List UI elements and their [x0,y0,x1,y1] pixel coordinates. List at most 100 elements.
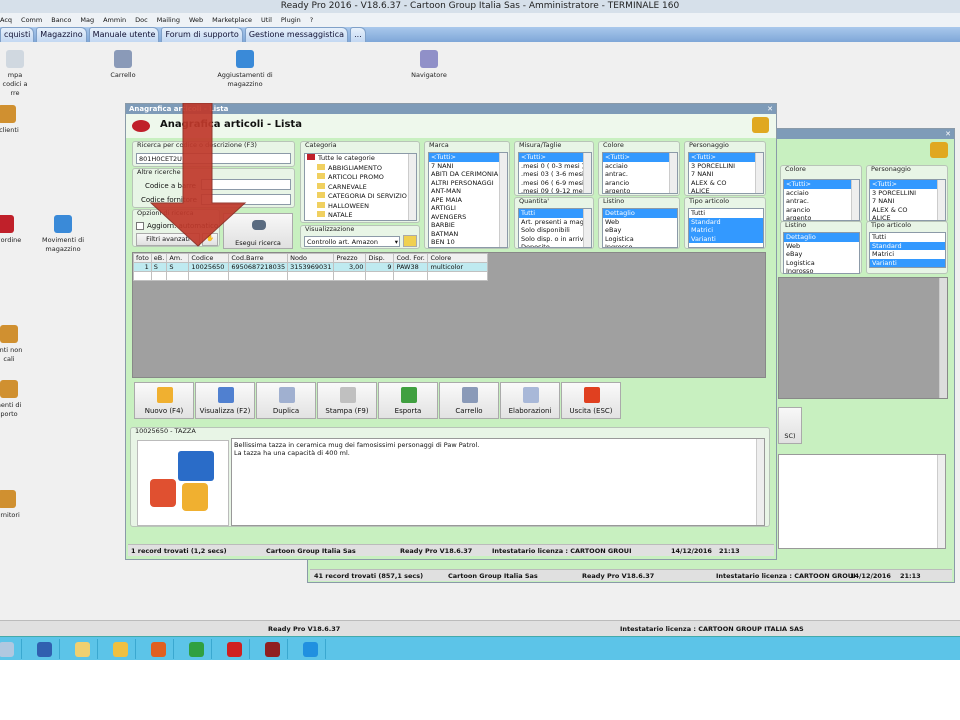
column-header[interactable]: eB. [150,253,168,263]
list-option[interactable]: Web [603,218,677,227]
list-option[interactable]: 7 NANI [429,162,507,171]
menu-item[interactable]: Mailing [157,13,180,27]
taskbar-button[interactable] [296,639,326,659]
taskbar-button[interactable] [106,639,136,659]
list-option[interactable]: ABITI DA CERIMONIA [429,170,507,179]
description-textarea[interactable]: Bellissima tazza in ceramica mug dei fam… [231,438,765,526]
list-option[interactable]: Matrici [870,250,945,259]
tree-node[interactable]: CARNEVALE [305,182,416,193]
bg-personaggio-list[interactable]: <Tutti> 3 PORCELLINI 7 NANI ALEX & CO ALICE [869,179,946,221]
list-option[interactable]: ALEX & CO [870,206,945,215]
tab[interactable]: Forum di supporto [161,27,243,42]
price-list[interactable]: Dettaglio Web eBay Logistica Ingrosso [602,208,678,248]
desktop-shortcut[interactable]: Movimenti di magazzino [28,215,98,254]
list-option[interactable]: arancio [603,179,677,188]
quantity-list[interactable]: TuttiArt. presenti a magazzinoSolo dispo… [518,208,592,248]
column-header[interactable]: Am. [166,253,190,263]
taskbar-button[interactable] [258,639,288,659]
tab[interactable]: Magazzino [36,27,87,42]
column-header[interactable]: Codice [188,253,230,263]
list-option[interactable]: AVENGERS [429,213,507,222]
bg-tipo-list[interactable]: Tutti Standard Matrici Varianti [869,232,946,268]
list-option[interactable]: Logistica [784,259,859,268]
menu-item[interactable]: Web [189,13,203,27]
scrollbar[interactable] [851,180,859,220]
list-option[interactable]: Ingrosso [784,267,859,273]
list-option[interactable]: BARBIE [429,221,507,230]
list-option[interactable]: Matrici [689,226,763,235]
column-header[interactable]: Prezzo [333,253,367,263]
desktop-shortcut[interactable]: Navigatore [394,50,464,80]
cart-button[interactable]: Carrello [439,382,499,419]
list-option[interactable]: Standard [870,241,945,250]
view-select[interactable]: Controllo art. Amazon ▾ [304,236,400,247]
list-option[interactable]: Art. presenti a magazzino [519,218,591,227]
bg-grid[interactable] [778,277,948,399]
tree-node[interactable]: HALLOWEEN [305,201,416,212]
list-option[interactable]: <Tutti> [784,180,859,189]
tab[interactable]: ... [350,27,366,42]
tree-node[interactable]: ARTICOLI PROMO [305,173,416,183]
menu-item[interactable]: Banco [51,13,71,27]
tab[interactable]: cquisti [0,27,35,42]
folder-icon[interactable] [403,235,417,247]
list-option[interactable]: <Tutti> [519,153,591,162]
duplicate-button[interactable]: Duplica [256,382,316,419]
list-option[interactable]: 3 PORCELLINI [870,189,945,198]
desktop-shortcut[interactable]: mpa codici a rre [0,50,50,98]
character-list[interactable]: <Tutti> 3 PORCELLINI 7 NANI ALEX & CO ALICE [688,152,764,194]
taskbar-button[interactable] [220,639,250,659]
list-option[interactable]: <Tutti> [689,153,763,162]
bg-colore-list[interactable]: <Tutti> acciaio antrac. arancio argento [783,179,860,221]
table-row[interactable]: 1 S S 10025650 6950687218035 3153969031 3,00 9 P… [133,262,489,272]
list-option[interactable]: argento [603,187,677,193]
list-option[interactable]: ALICE [689,187,763,193]
scrollbar[interactable] [755,153,763,193]
bg-exit-button[interactable]: SC) [778,407,802,444]
list-option[interactable]: ARTIGLI [429,204,507,213]
list-option[interactable]: Varianti [689,234,763,243]
tree-node[interactable]: NATALE [305,211,416,220]
taskbar-button[interactable] [30,639,60,659]
list-option[interactable]: Dettaglio [784,233,859,242]
taskbar-button[interactable] [182,639,212,659]
tab[interactable]: Gestione messaggistica [244,27,349,42]
list-option[interactable]: Tutti [689,209,763,218]
tree-node[interactable]: ABBIGLIAMENTO [305,163,416,174]
scrollbar[interactable] [499,153,507,247]
color-list[interactable]: <Tutti> acciaio antrac. arancio argento [602,152,678,194]
column-header[interactable]: Nodo [287,253,335,263]
list-option[interactable]: ANT-MAN [429,187,507,196]
close-icon[interactable]: ✕ [945,129,951,139]
list-option[interactable]: acciaio [784,189,859,198]
size-list[interactable]: <Tutti> .mesi 0 ( 0-3 mesi ) .mesi 03 ( 3-… [518,152,592,194]
menu-item[interactable]: Doc [135,13,148,27]
desktop-shortcut[interactable]: Aggiustamenti di magazzino [210,50,280,89]
list-option[interactable]: eBay [784,250,859,259]
list-option[interactable]: argento [784,214,859,220]
list-option[interactable]: antrac. [603,170,677,179]
list-option[interactable]: 7 NANI [689,170,763,179]
list-option[interactable]: .mesi 03 ( 3-6 mesi ) [519,170,591,179]
category-tree[interactable]: Tutte le categorie ABBIGLIAMENTO ARTICOLI … [304,153,417,221]
column-header[interactable]: Disp. [365,253,395,263]
column-header[interactable]: Cod.Barre [228,253,289,263]
list-option[interactable]: eBay [603,226,677,235]
list-option[interactable]: Ingrosso [603,243,677,247]
list-option[interactable]: ALTRI PERSONAGGI [429,179,507,188]
column-header[interactable]: foto [133,253,152,263]
list-option[interactable]: 7 NANI [870,197,945,206]
scrollbar[interactable] [937,180,945,220]
new-button[interactable]: Nuovo (F4) [134,382,194,419]
bg-description-box[interactable] [778,454,946,549]
desktop-shortcut[interactable]: Carrello [88,50,158,80]
menu-item[interactable]: ? [310,13,313,27]
list-option[interactable]: Tutti [519,209,591,218]
list-option[interactable]: <Tutti> [429,153,507,162]
desktop-shortcut[interactable]: enti non cali [0,325,44,364]
scrollbar[interactable] [408,154,416,220]
export-button[interactable]: Esporta [378,382,438,419]
list-option[interactable]: arancio [784,206,859,215]
list-option[interactable]: BETTY BOOP [429,247,507,248]
menu-item[interactable]: Ammin [103,13,126,27]
